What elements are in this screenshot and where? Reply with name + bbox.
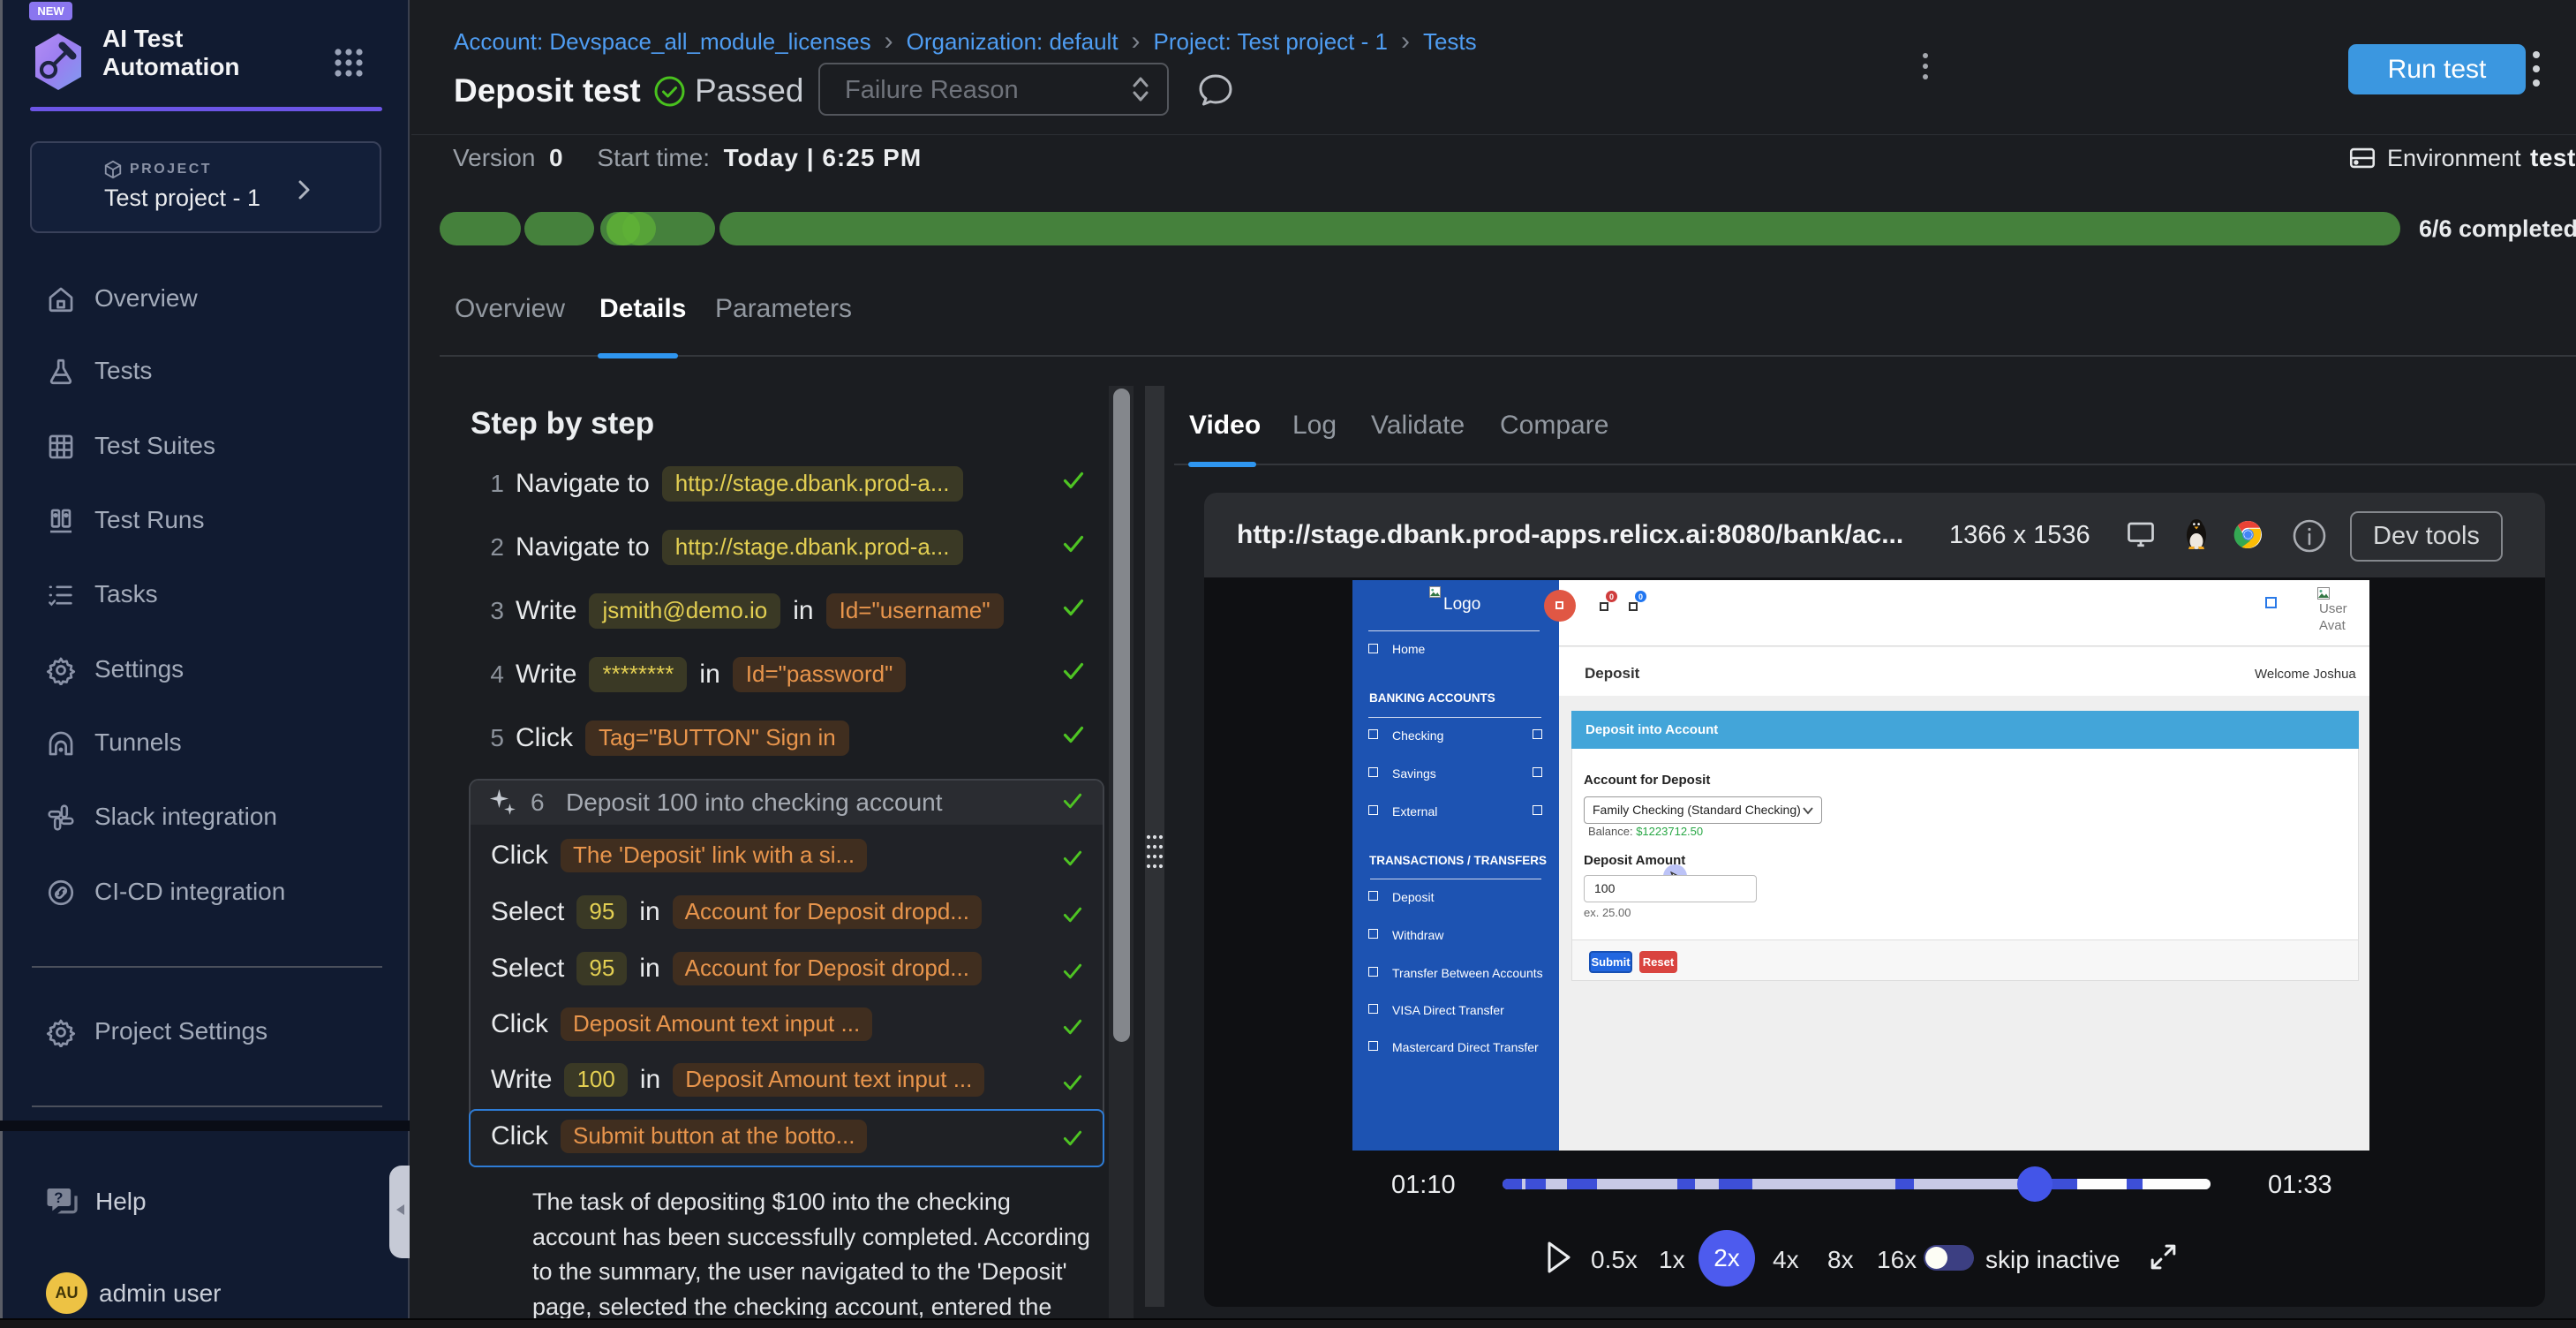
svg-text:?: ? xyxy=(54,1189,63,1206)
